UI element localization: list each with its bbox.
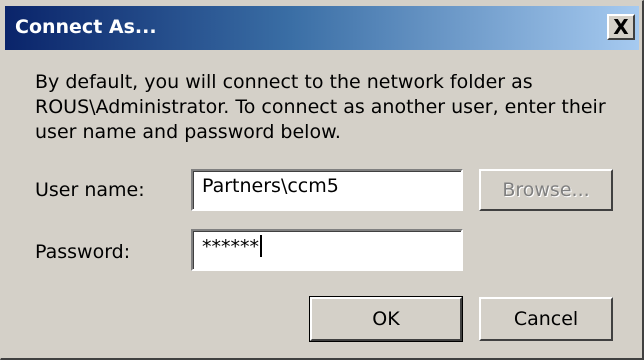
username-value: Partners\ccm5 bbox=[202, 175, 339, 197]
text-caret bbox=[260, 235, 262, 257]
browse-button-label: Browse... bbox=[502, 179, 590, 201]
close-icon: X bbox=[613, 15, 629, 39]
dialog-title: Connect As... bbox=[15, 16, 157, 38]
password-value: ****** bbox=[202, 236, 259, 258]
close-button[interactable]: X bbox=[607, 14, 635, 40]
browse-button[interactable]: Browse... bbox=[479, 169, 613, 211]
username-label: User name: bbox=[35, 179, 145, 201]
ok-button-label: OK bbox=[372, 308, 400, 330]
connect-as-dialog: Connect As... X By default, you will con… bbox=[0, 0, 644, 360]
ok-button[interactable]: OK bbox=[309, 296, 463, 342]
password-field[interactable]: ****** bbox=[191, 229, 463, 271]
password-label: Password: bbox=[35, 241, 131, 263]
title-bar[interactable]: Connect As... X bbox=[5, 6, 639, 50]
username-field[interactable]: Partners\ccm5 bbox=[191, 169, 463, 211]
cancel-button-label: Cancel bbox=[513, 308, 579, 330]
cancel-button[interactable]: Cancel bbox=[479, 297, 613, 341]
instructions-text: By default, you will connect to the netw… bbox=[35, 71, 606, 143]
